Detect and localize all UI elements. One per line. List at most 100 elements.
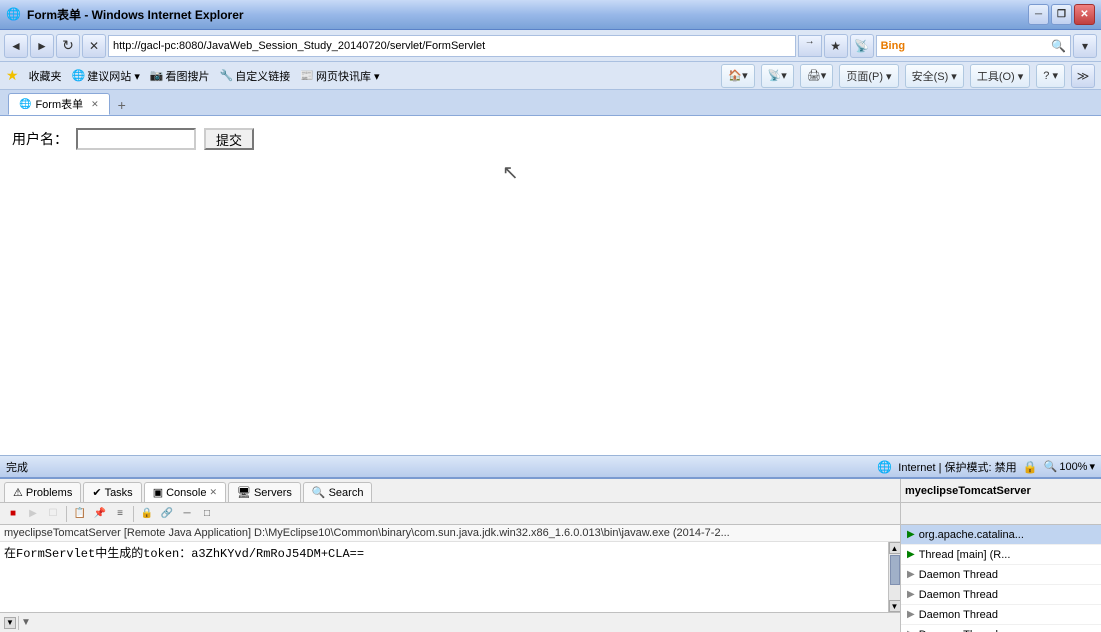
back-button[interactable]: ◄ xyxy=(4,34,28,58)
close-button[interactable]: ✕ xyxy=(1074,4,1095,25)
stop-console-button[interactable]: ■ xyxy=(4,505,22,523)
window-controls: ─ ❐ ✕ xyxy=(1028,4,1095,25)
minimize-console-button[interactable]: ─ xyxy=(178,505,196,523)
thread-item-3[interactable]: ▶ Daemon Thread xyxy=(901,585,1101,605)
search-box: Bing 🔍 xyxy=(876,35,1071,57)
tab-console[interactable]: ▣ Console ✕ xyxy=(144,482,226,502)
thread-item-4[interactable]: ▶ Daemon Thread xyxy=(901,605,1101,625)
thread-item-1[interactable]: ▶ Thread [main] (R... xyxy=(901,545,1101,565)
help-menu-button[interactable]: ? ▾ xyxy=(1036,64,1065,88)
home-button[interactable]: 🏠▾ xyxy=(721,64,754,88)
maximize-console-button[interactable]: □ xyxy=(198,505,216,523)
feeds-button[interactable]: 📡 xyxy=(850,34,874,58)
clear-console-button: ☐ xyxy=(44,505,62,523)
fav-item-suggested-sites[interactable]: 🌐 建议网站 ▾ xyxy=(72,68,140,84)
thread-toolbar xyxy=(901,503,1101,525)
username-input[interactable] xyxy=(76,128,196,150)
fav-label-1: 看图搜片 xyxy=(166,68,210,84)
browser-viewport: 用户名： 提交 ↖ xyxy=(0,116,1101,455)
print-button[interactable]: 🖨▾ xyxy=(800,64,834,88)
ie-window: 🌐 Form表单 - Windows Internet Explorer ─ ❐… xyxy=(0,0,1101,632)
console-close-icon[interactable]: ✕ xyxy=(209,487,217,498)
form-area: 用户名： 提交 xyxy=(12,128,1089,150)
thread-running-icon-0: ▶ xyxy=(907,529,915,540)
tab-form[interactable]: 🌐 Form表单 ✕ xyxy=(8,93,110,115)
forward-button[interactable]: ► xyxy=(30,34,54,58)
thread-header: myeclipseTomcatServer xyxy=(901,479,1101,503)
search-icon[interactable]: 🔍 xyxy=(1051,39,1066,53)
thread-daemon-icon-2: ▶ xyxy=(907,569,915,580)
fav-item-photo-search[interactable]: 📷 看图搜片 xyxy=(150,68,210,84)
security-icon: 🔒 xyxy=(1023,460,1038,474)
fav-icon-0: 🌐 xyxy=(72,69,86,82)
options-button[interactable]: ≡ xyxy=(111,505,129,523)
fav-item-custom-links[interactable]: 🔧 自定义链接 xyxy=(220,68,291,84)
console-label: Console xyxy=(166,487,206,499)
servers-label: Servers xyxy=(254,487,292,499)
thread-item-5[interactable]: ▶ Daemon Thread xyxy=(901,625,1101,632)
title-bar: 🌐 Form表单 - Windows Internet Explorer ─ ❐… xyxy=(0,0,1101,30)
stop-button[interactable]: ✕ xyxy=(82,34,106,58)
console-panel: ⚠ Problems ✔ Tasks ▣ Console ✕ 🖥 Servers xyxy=(0,479,901,632)
scroll-thumb[interactable] xyxy=(890,555,900,585)
link-button[interactable]: 🔗 xyxy=(158,505,176,523)
search-label: Search xyxy=(329,487,364,499)
favorites-star-icon: ★ xyxy=(6,67,19,84)
page-menu-button[interactable]: 页面(P) ▾ xyxy=(839,64,898,88)
address-input[interactable] xyxy=(108,35,796,57)
favorites-button[interactable]: ★ xyxy=(824,34,848,58)
toolbar-right: 🏠▾ 📡▾ 🖨▾ 页面(P) ▾ 安全(S) ▾ 工具(O) ▾ ? ▾ ≫ xyxy=(721,64,1095,88)
window-title: Form表单 - Windows Internet Explorer xyxy=(27,6,1028,23)
page-body: ↖ xyxy=(12,160,1089,360)
zoom-control[interactable]: 🔍 100% ▾ xyxy=(1044,460,1095,473)
favorites-text: 收藏夹 xyxy=(29,68,62,84)
thread-panel: myeclipseTomcatServer ▶ org.apache.catal… xyxy=(901,479,1101,632)
server-info-text: myeclipseTomcatServer [Remote Java Appli… xyxy=(4,527,730,539)
fav-item-web-clips[interactable]: 📰 网页快讯库 ▾ xyxy=(300,68,379,84)
more-button[interactable]: ≫ xyxy=(1071,64,1095,88)
tasks-label: Tasks xyxy=(105,487,133,499)
fav-label-3: 网页快讯库 ▾ xyxy=(316,68,380,84)
thread-label-5: Daemon Thread xyxy=(919,629,998,632)
scroll-lock-button[interactable]: 🔒 xyxy=(138,505,156,523)
search-options-button[interactable]: ▾ xyxy=(1073,34,1097,58)
minimize-button[interactable]: ─ xyxy=(1028,4,1049,25)
submit-button[interactable]: 提交 xyxy=(204,128,254,150)
status-right: 🌐 Internet | 保护模式: 禁用 🔒 🔍 100% ▾ xyxy=(877,459,1095,475)
tab-problems[interactable]: ⚠ Problems xyxy=(4,482,81,502)
tab-close-icon[interactable]: ✕ xyxy=(91,99,99,110)
feeds-list-button[interactable]: 📡▾ xyxy=(761,64,794,88)
restore-button[interactable]: ❐ xyxy=(1051,4,1072,25)
thread-list: ▶ org.apache.catalina... ▶ Thread [main]… xyxy=(901,525,1101,632)
status-text: 完成 xyxy=(6,459,873,475)
bottom-panel: ⚠ Problems ✔ Tasks ▣ Console ✕ 🖥 Servers xyxy=(0,477,1101,632)
thread-item-2[interactable]: ▶ Daemon Thread xyxy=(901,565,1101,585)
copy-button[interactable]: 📋 xyxy=(71,505,89,523)
fav-label-2: 自定义链接 xyxy=(235,68,290,84)
tab-label: Form表单 xyxy=(35,96,83,112)
scroll-down-arrow[interactable]: ▼ xyxy=(889,600,901,612)
tab-tasks[interactable]: ✔ Tasks xyxy=(83,482,141,502)
tab-search[interactable]: 🔍 Search xyxy=(303,482,373,502)
problems-icon: ⚠ xyxy=(13,486,23,499)
new-tab-button[interactable]: + xyxy=(112,95,132,115)
tools-menu-button[interactable]: 工具(O) ▾ xyxy=(970,64,1030,88)
refresh-button[interactable]: ↻ xyxy=(56,34,80,58)
scroll-up-arrow[interactable]: ▲ xyxy=(889,542,901,554)
thread-item-0[interactable]: ▶ org.apache.catalina... xyxy=(901,525,1101,545)
toolbar-divider xyxy=(66,506,67,522)
go-button[interactable]: → xyxy=(798,35,822,57)
console-scrollbar[interactable]: ▲ ▼ xyxy=(888,542,900,612)
favorites-label[interactable]: 收藏夹 xyxy=(29,68,62,84)
tab-servers[interactable]: 🖥 Servers xyxy=(228,482,301,502)
paste-button[interactable]: 📌 xyxy=(91,505,109,523)
bing-search-input[interactable] xyxy=(907,40,1049,52)
scroll-track xyxy=(889,554,901,600)
favorites-bar: ★ 收藏夹 🌐 建议网站 ▾ 📷 看图搜片 🔧 自定义链接 📰 网页快讯库 ▾ … xyxy=(0,62,1101,90)
collapse-button[interactable]: ▼ xyxy=(4,617,16,629)
ie-icon: 🌐 xyxy=(6,7,22,23)
console-icon: ▣ xyxy=(153,486,163,499)
thread-label-0: org.apache.catalina... xyxy=(919,529,1024,541)
safety-menu-button[interactable]: 安全(S) ▾ xyxy=(905,64,964,88)
fav-icon-2: 🔧 xyxy=(220,69,234,82)
